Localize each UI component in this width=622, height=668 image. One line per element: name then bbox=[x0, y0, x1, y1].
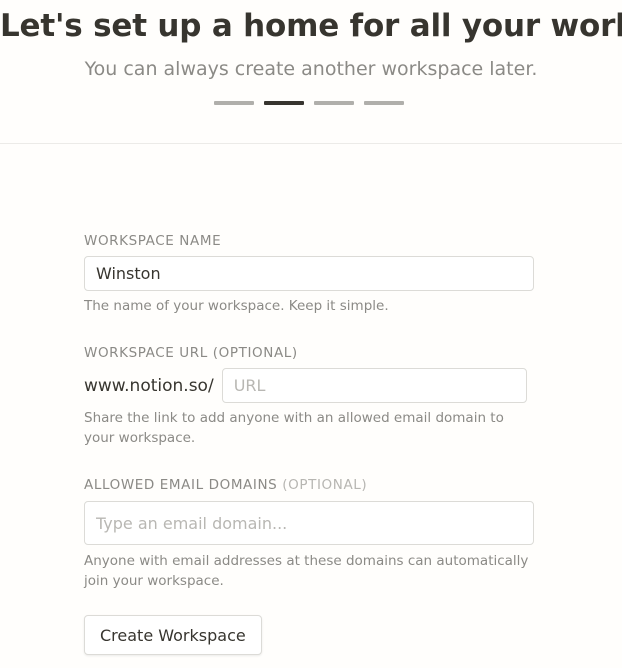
progress-step bbox=[364, 101, 404, 105]
allowed-domains-optional-tag: (OPTIONAL) bbox=[282, 477, 368, 493]
workspace-url-input[interactable] bbox=[221, 368, 527, 403]
progress-step bbox=[214, 101, 254, 105]
onboarding-header: Let's set up a home for all your work Yo… bbox=[0, 0, 622, 144]
progress-step bbox=[264, 101, 304, 105]
workspace-url-label: WORKSPACE URL (OPTIONAL) bbox=[84, 345, 298, 361]
page-title: Let's set up a home for all your work bbox=[0, 8, 622, 44]
submit-section: Create Workspace bbox=[84, 615, 534, 655]
workspace-url-prefix: www.notion.so/ bbox=[84, 375, 214, 396]
onboarding-page: Let's set up a home for all your work Yo… bbox=[0, 0, 622, 668]
allowed-domains-help: Anyone with email addresses at these dom… bbox=[84, 553, 529, 589]
allowed-domains-label-text: ALLOWED EMAIL DOMAINS bbox=[84, 477, 278, 493]
create-workspace-button[interactable]: Create Workspace bbox=[84, 615, 262, 655]
workspace-url-section: WORKSPACE URL (OPTIONAL) www.notion.so/ … bbox=[84, 344, 534, 448]
workspace-name-help: The name of your workspace. Keep it simp… bbox=[84, 298, 389, 314]
workspace-name-label: WORKSPACE NAME bbox=[84, 233, 222, 249]
allowed-domains-section: ALLOWED EMAIL DOMAINS (OPTIONAL) Anyone … bbox=[84, 476, 534, 591]
workspace-name-input[interactable] bbox=[84, 256, 534, 291]
allowed-domains-input[interactable] bbox=[84, 501, 534, 545]
allowed-domains-label: ALLOWED EMAIL DOMAINS (OPTIONAL) bbox=[84, 476, 534, 494]
workspace-url-help: Share the link to add anyone with an all… bbox=[84, 410, 504, 446]
progress-step bbox=[314, 101, 354, 105]
page-subtitle: You can always create another workspace … bbox=[84, 58, 538, 80]
progress-steps bbox=[214, 101, 404, 105]
workspace-url-row: www.notion.so/ bbox=[84, 368, 534, 403]
workspace-name-section: WORKSPACE NAME The name of your workspac… bbox=[84, 232, 534, 316]
